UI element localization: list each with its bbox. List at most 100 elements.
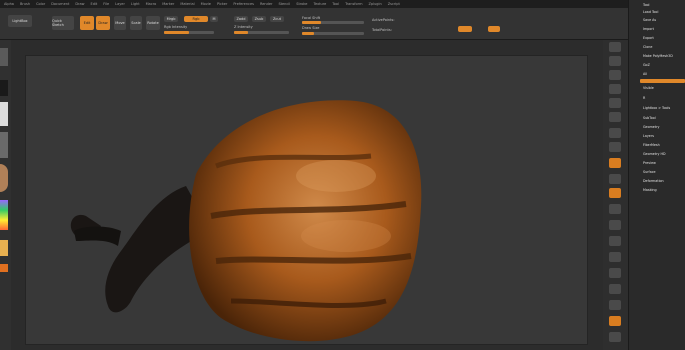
menu-item[interactable]: Preferences <box>233 2 254 6</box>
menu-item[interactable]: Stroke <box>296 2 307 6</box>
main-color-swatch[interactable] <box>0 240 8 256</box>
palette-item[interactable]: FiberMesh <box>643 143 660 147</box>
linefill-icon[interactable] <box>609 268 621 278</box>
zcut-button[interactable]: Zcut <box>270 16 284 22</box>
bpr-icon[interactable] <box>609 42 621 52</box>
zadd-button[interactable]: Zadd <box>234 16 248 22</box>
menu-item[interactable]: Render <box>260 2 272 6</box>
menu-item[interactable]: Color <box>36 2 45 6</box>
palette-item[interactable]: R <box>643 96 645 100</box>
palette-item[interactable]: SubTool <box>643 116 656 120</box>
menu-item[interactable]: Edit <box>91 2 98 6</box>
mrgb-button[interactable]: Mrgb <box>164 16 178 22</box>
rotate-button[interactable]: Rotate <box>146 16 160 30</box>
menu-item[interactable]: Texture <box>313 2 326 6</box>
lightbox-button[interactable]: LightBox <box>8 15 32 27</box>
lsym-icon[interactable] <box>609 174 621 184</box>
menu-item[interactable]: Document <box>51 2 69 6</box>
edit-button[interactable]: Edit <box>80 16 94 30</box>
menu-item[interactable]: Tool <box>332 2 339 6</box>
scroll-icon[interactable] <box>609 70 621 80</box>
persp-icon[interactable] <box>609 128 621 138</box>
m-button[interactable]: M <box>210 16 218 22</box>
palette-item[interactable]: Surface <box>643 170 656 174</box>
pumpkin-model[interactable] <box>26 56 589 346</box>
palette-item[interactable]: Layers <box>643 134 654 138</box>
menu-item[interactable]: Brush <box>20 2 30 6</box>
texture-thumbnail[interactable] <box>0 132 8 158</box>
gizmo-button[interactable] <box>458 26 472 32</box>
ghost-icon[interactable] <box>609 300 621 310</box>
pumpkin-highlight <box>296 160 376 192</box>
rgb-button[interactable]: Rgb <box>184 16 208 22</box>
focal-shift-fill <box>302 21 321 24</box>
menu-item[interactable]: Layer <box>115 2 125 6</box>
color-picker[interactable] <box>0 200 8 230</box>
palette-active-bar[interactable] <box>640 79 685 83</box>
floor-icon[interactable] <box>609 142 621 152</box>
z-intensity-slider[interactable] <box>234 31 289 34</box>
brush-thumbnail[interactable] <box>0 48 8 66</box>
aahalf-icon[interactable] <box>609 112 621 122</box>
palette-item[interactable]: Import <box>643 27 654 31</box>
menu-item[interactable]: File <box>103 2 109 6</box>
menu-item[interactable]: Zscript <box>388 2 400 6</box>
scale-icon[interactable] <box>609 236 621 246</box>
focal-shift-slider[interactable] <box>302 21 364 24</box>
xyz-icon[interactable] <box>609 188 621 198</box>
palette-item[interactable]: Geometry <box>643 125 659 129</box>
menu-item[interactable]: Marker <box>162 2 174 6</box>
menu-item[interactable]: Zplugin <box>368 2 381 6</box>
palette-item[interactable]: Preview <box>643 161 656 165</box>
rgb-intensity-slider[interactable] <box>164 31 214 34</box>
palette-item[interactable]: Masking <box>643 188 657 192</box>
menu-item[interactable]: Stencil <box>278 2 290 6</box>
transpose-button[interactable] <box>488 26 500 32</box>
alpha-thumbnail[interactable] <box>0 102 8 126</box>
solo-icon[interactable] <box>609 316 621 326</box>
palette-item[interactable]: Geometry HD <box>643 152 666 156</box>
spix-icon[interactable] <box>609 56 621 66</box>
palette-item[interactable]: Tool <box>643 3 649 7</box>
stroke-thumbnail[interactable] <box>0 80 8 96</box>
draw-button[interactable]: Draw <box>96 16 110 30</box>
palette-item[interactable]: Save As <box>643 18 656 22</box>
local-icon[interactable] <box>609 158 621 168</box>
menu-item[interactable]: Transform <box>345 2 362 6</box>
palette-item[interactable]: Export <box>643 36 654 40</box>
palette-item[interactable]: All <box>643 72 647 76</box>
menu-item[interactable]: Movie <box>201 2 211 6</box>
quick-sketch-button[interactable]: Quick Sketch <box>52 16 74 30</box>
move-button[interactable]: Move <box>114 16 126 30</box>
menu-item[interactable]: Material <box>180 2 194 6</box>
menu-item[interactable]: Light <box>131 2 140 6</box>
secondary-color-swatch[interactable] <box>0 264 8 272</box>
palette-item[interactable]: Load Tool <box>643 10 658 14</box>
document-canvas[interactable] <box>25 55 588 345</box>
xpose-icon[interactable] <box>609 332 621 342</box>
palette-item[interactable]: Deformation <box>643 179 664 183</box>
menu-item[interactable]: Macro <box>146 2 157 6</box>
tool-palette: Tool Load Tool Save As Import Export Clo… <box>628 0 685 350</box>
move-icon[interactable] <box>609 220 621 230</box>
zsub-button[interactable]: Zsub <box>252 16 266 22</box>
rotate-icon[interactable] <box>609 252 621 262</box>
focal-shift-label: Focal Shift <box>302 16 321 20</box>
transp-icon[interactable] <box>609 284 621 294</box>
menu-item[interactable]: Alpha <box>4 2 14 6</box>
frame-icon[interactable] <box>609 204 621 214</box>
zoom-icon[interactable] <box>609 84 621 94</box>
actual-icon[interactable] <box>609 98 621 108</box>
palette-item[interactable]: Lightbox > Tools <box>643 106 670 110</box>
draw-size-slider[interactable] <box>302 32 364 35</box>
palette-item[interactable]: GoZ <box>643 63 650 67</box>
zcut-label: Zcut <box>273 17 281 21</box>
palette-item[interactable]: Make PolyMesh3D <box>643 54 673 58</box>
menu-item[interactable]: Picker <box>217 2 227 6</box>
material-sphere[interactable] <box>0 164 8 192</box>
menu-item[interactable]: Draw <box>75 2 84 6</box>
palette-item[interactable]: Visible <box>643 86 654 90</box>
scale-button[interactable]: Scale <box>130 16 142 30</box>
quick-sketch-label: Quick Sketch <box>52 19 64 27</box>
palette-item[interactable]: Clone <box>643 45 652 49</box>
